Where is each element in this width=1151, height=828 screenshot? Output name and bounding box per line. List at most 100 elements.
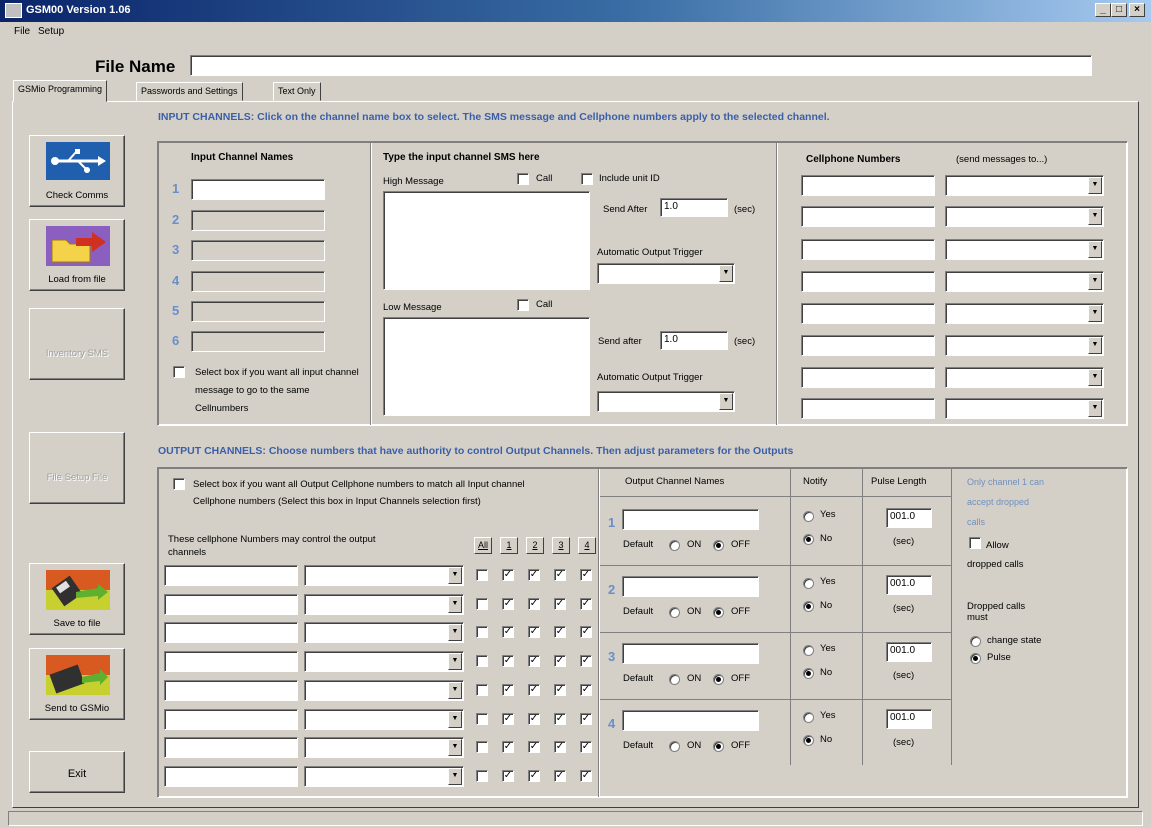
send-after-high-input[interactable]: 1.0 [660, 198, 728, 217]
inventory-sms-button[interactable]: Inventory SMS [29, 308, 125, 380]
auto-trigger-high-select[interactable]: ▼ [597, 263, 735, 284]
input-channel-name-4[interactable] [191, 271, 325, 292]
cellphone-number-input[interactable] [801, 398, 935, 419]
tab-text-only[interactable]: Text Only [273, 82, 321, 101]
default-off-radio[interactable] [713, 674, 724, 685]
select-col-3-button[interactable]: 3 [552, 537, 570, 554]
change-state-radio[interactable] [970, 636, 981, 647]
control-all-checkbox[interactable] [476, 626, 488, 638]
send-to-select[interactable]: ▼ [945, 303, 1104, 324]
minimize-button[interactable]: _ [1095, 3, 1111, 17]
control-output-checkbox[interactable]: ✓ [528, 741, 540, 753]
control-cellphone-input[interactable] [164, 737, 298, 758]
pulse-length-input[interactable]: 001.0 [886, 508, 932, 528]
control-number-select[interactable]: ▼ [304, 766, 464, 787]
send-to-select[interactable]: ▼ [945, 239, 1104, 260]
file-name-input[interactable] [190, 55, 1092, 76]
send-to-select[interactable]: ▼ [945, 271, 1104, 292]
send-to-gsmio-button[interactable]: Send to GSMio [29, 648, 125, 720]
default-off-radio[interactable] [713, 607, 724, 618]
control-output-checkbox[interactable]: ✓ [580, 684, 592, 696]
control-all-checkbox[interactable] [476, 655, 488, 667]
input-channel-name-6[interactable] [191, 331, 325, 352]
cellphone-number-input[interactable] [801, 175, 935, 196]
notify-no-radio[interactable] [803, 534, 814, 545]
control-all-checkbox[interactable] [476, 684, 488, 696]
control-number-select[interactable]: ▼ [304, 651, 464, 672]
notify-no-radio[interactable] [803, 601, 814, 612]
control-cellphone-input[interactable] [164, 622, 298, 643]
cellphone-number-input[interactable] [801, 303, 935, 324]
control-cellphone-input[interactable] [164, 651, 298, 672]
control-number-select[interactable]: ▼ [304, 622, 464, 643]
select-all-button[interactable]: All [474, 537, 492, 554]
pulse-length-input[interactable]: 001.0 [886, 709, 932, 729]
cellphone-number-input[interactable] [801, 335, 935, 356]
notify-yes-radio[interactable] [803, 712, 814, 723]
control-output-checkbox[interactable]: ✓ [502, 569, 514, 581]
default-off-radio[interactable] [713, 741, 724, 752]
send-to-select[interactable]: ▼ [945, 175, 1104, 196]
control-output-checkbox[interactable]: ✓ [528, 626, 540, 638]
high-call-checkbox[interactable] [517, 173, 529, 185]
control-cellphone-input[interactable] [164, 680, 298, 701]
send-to-select[interactable]: ▼ [945, 367, 1104, 388]
low-message-textarea[interactable] [383, 317, 590, 416]
low-call-checkbox[interactable] [517, 299, 529, 311]
control-output-checkbox[interactable]: ✓ [554, 569, 566, 581]
control-number-select[interactable]: ▼ [304, 737, 464, 758]
file-setup-button[interactable]: File Setup File [29, 432, 125, 504]
control-output-checkbox[interactable]: ✓ [554, 741, 566, 753]
cellphone-number-input[interactable] [801, 367, 935, 388]
control-output-checkbox[interactable]: ✓ [580, 713, 592, 725]
pulse-length-input[interactable]: 001.0 [886, 575, 932, 595]
default-on-radio[interactable] [669, 674, 680, 685]
same-cellnumbers-checkbox[interactable] [173, 366, 185, 378]
control-output-checkbox[interactable]: ✓ [580, 598, 592, 610]
menu-setup[interactable]: Setup [38, 26, 64, 37]
close-button[interactable]: × [1129, 3, 1145, 17]
notify-no-radio[interactable] [803, 668, 814, 679]
control-output-checkbox[interactable]: ✓ [502, 655, 514, 667]
control-output-checkbox[interactable]: ✓ [502, 598, 514, 610]
select-col-4-button[interactable]: 4 [578, 537, 596, 554]
pulse-radio[interactable] [970, 653, 981, 664]
control-output-checkbox[interactable]: ✓ [528, 655, 540, 667]
include-unit-id-checkbox[interactable] [581, 173, 593, 185]
control-output-checkbox[interactable]: ✓ [528, 770, 540, 782]
input-channel-name-1[interactable] [191, 179, 325, 200]
select-col-2-button[interactable]: 2 [526, 537, 544, 554]
output-channel-name-1[interactable] [622, 509, 759, 530]
control-all-checkbox[interactable] [476, 598, 488, 610]
exit-button[interactable]: Exit [29, 751, 125, 793]
check-comms-button[interactable]: Check Comms [29, 135, 125, 207]
control-output-checkbox[interactable]: ✓ [580, 655, 592, 667]
control-output-checkbox[interactable]: ✓ [502, 713, 514, 725]
input-channel-name-3[interactable] [191, 240, 325, 261]
output-channel-name-4[interactable] [622, 710, 759, 731]
auto-trigger-low-select[interactable]: ▼ [597, 391, 735, 412]
save-to-file-button[interactable]: Save to file [29, 563, 125, 635]
send-to-select[interactable]: ▼ [945, 335, 1104, 356]
control-output-checkbox[interactable]: ✓ [554, 770, 566, 782]
notify-no-radio[interactable] [803, 735, 814, 746]
control-output-checkbox[interactable]: ✓ [528, 713, 540, 725]
control-output-checkbox[interactable]: ✓ [554, 598, 566, 610]
select-col-1-button[interactable]: 1 [500, 537, 518, 554]
control-all-checkbox[interactable] [476, 741, 488, 753]
pulse-length-input[interactable]: 001.0 [886, 642, 932, 662]
input-channel-name-2[interactable] [191, 210, 325, 231]
input-channel-name-5[interactable] [191, 301, 325, 322]
control-output-checkbox[interactable]: ✓ [502, 684, 514, 696]
output-channel-name-3[interactable] [622, 643, 759, 664]
control-number-select[interactable]: ▼ [304, 565, 464, 586]
default-on-radio[interactable] [669, 607, 680, 618]
control-output-checkbox[interactable]: ✓ [554, 655, 566, 667]
control-all-checkbox[interactable] [476, 770, 488, 782]
send-after-low-input[interactable]: 1.0 [660, 331, 728, 350]
menu-file[interactable]: File [14, 26, 30, 37]
control-number-select[interactable]: ▼ [304, 709, 464, 730]
control-output-checkbox[interactable]: ✓ [502, 741, 514, 753]
control-output-checkbox[interactable]: ✓ [580, 741, 592, 753]
default-on-radio[interactable] [669, 540, 680, 551]
